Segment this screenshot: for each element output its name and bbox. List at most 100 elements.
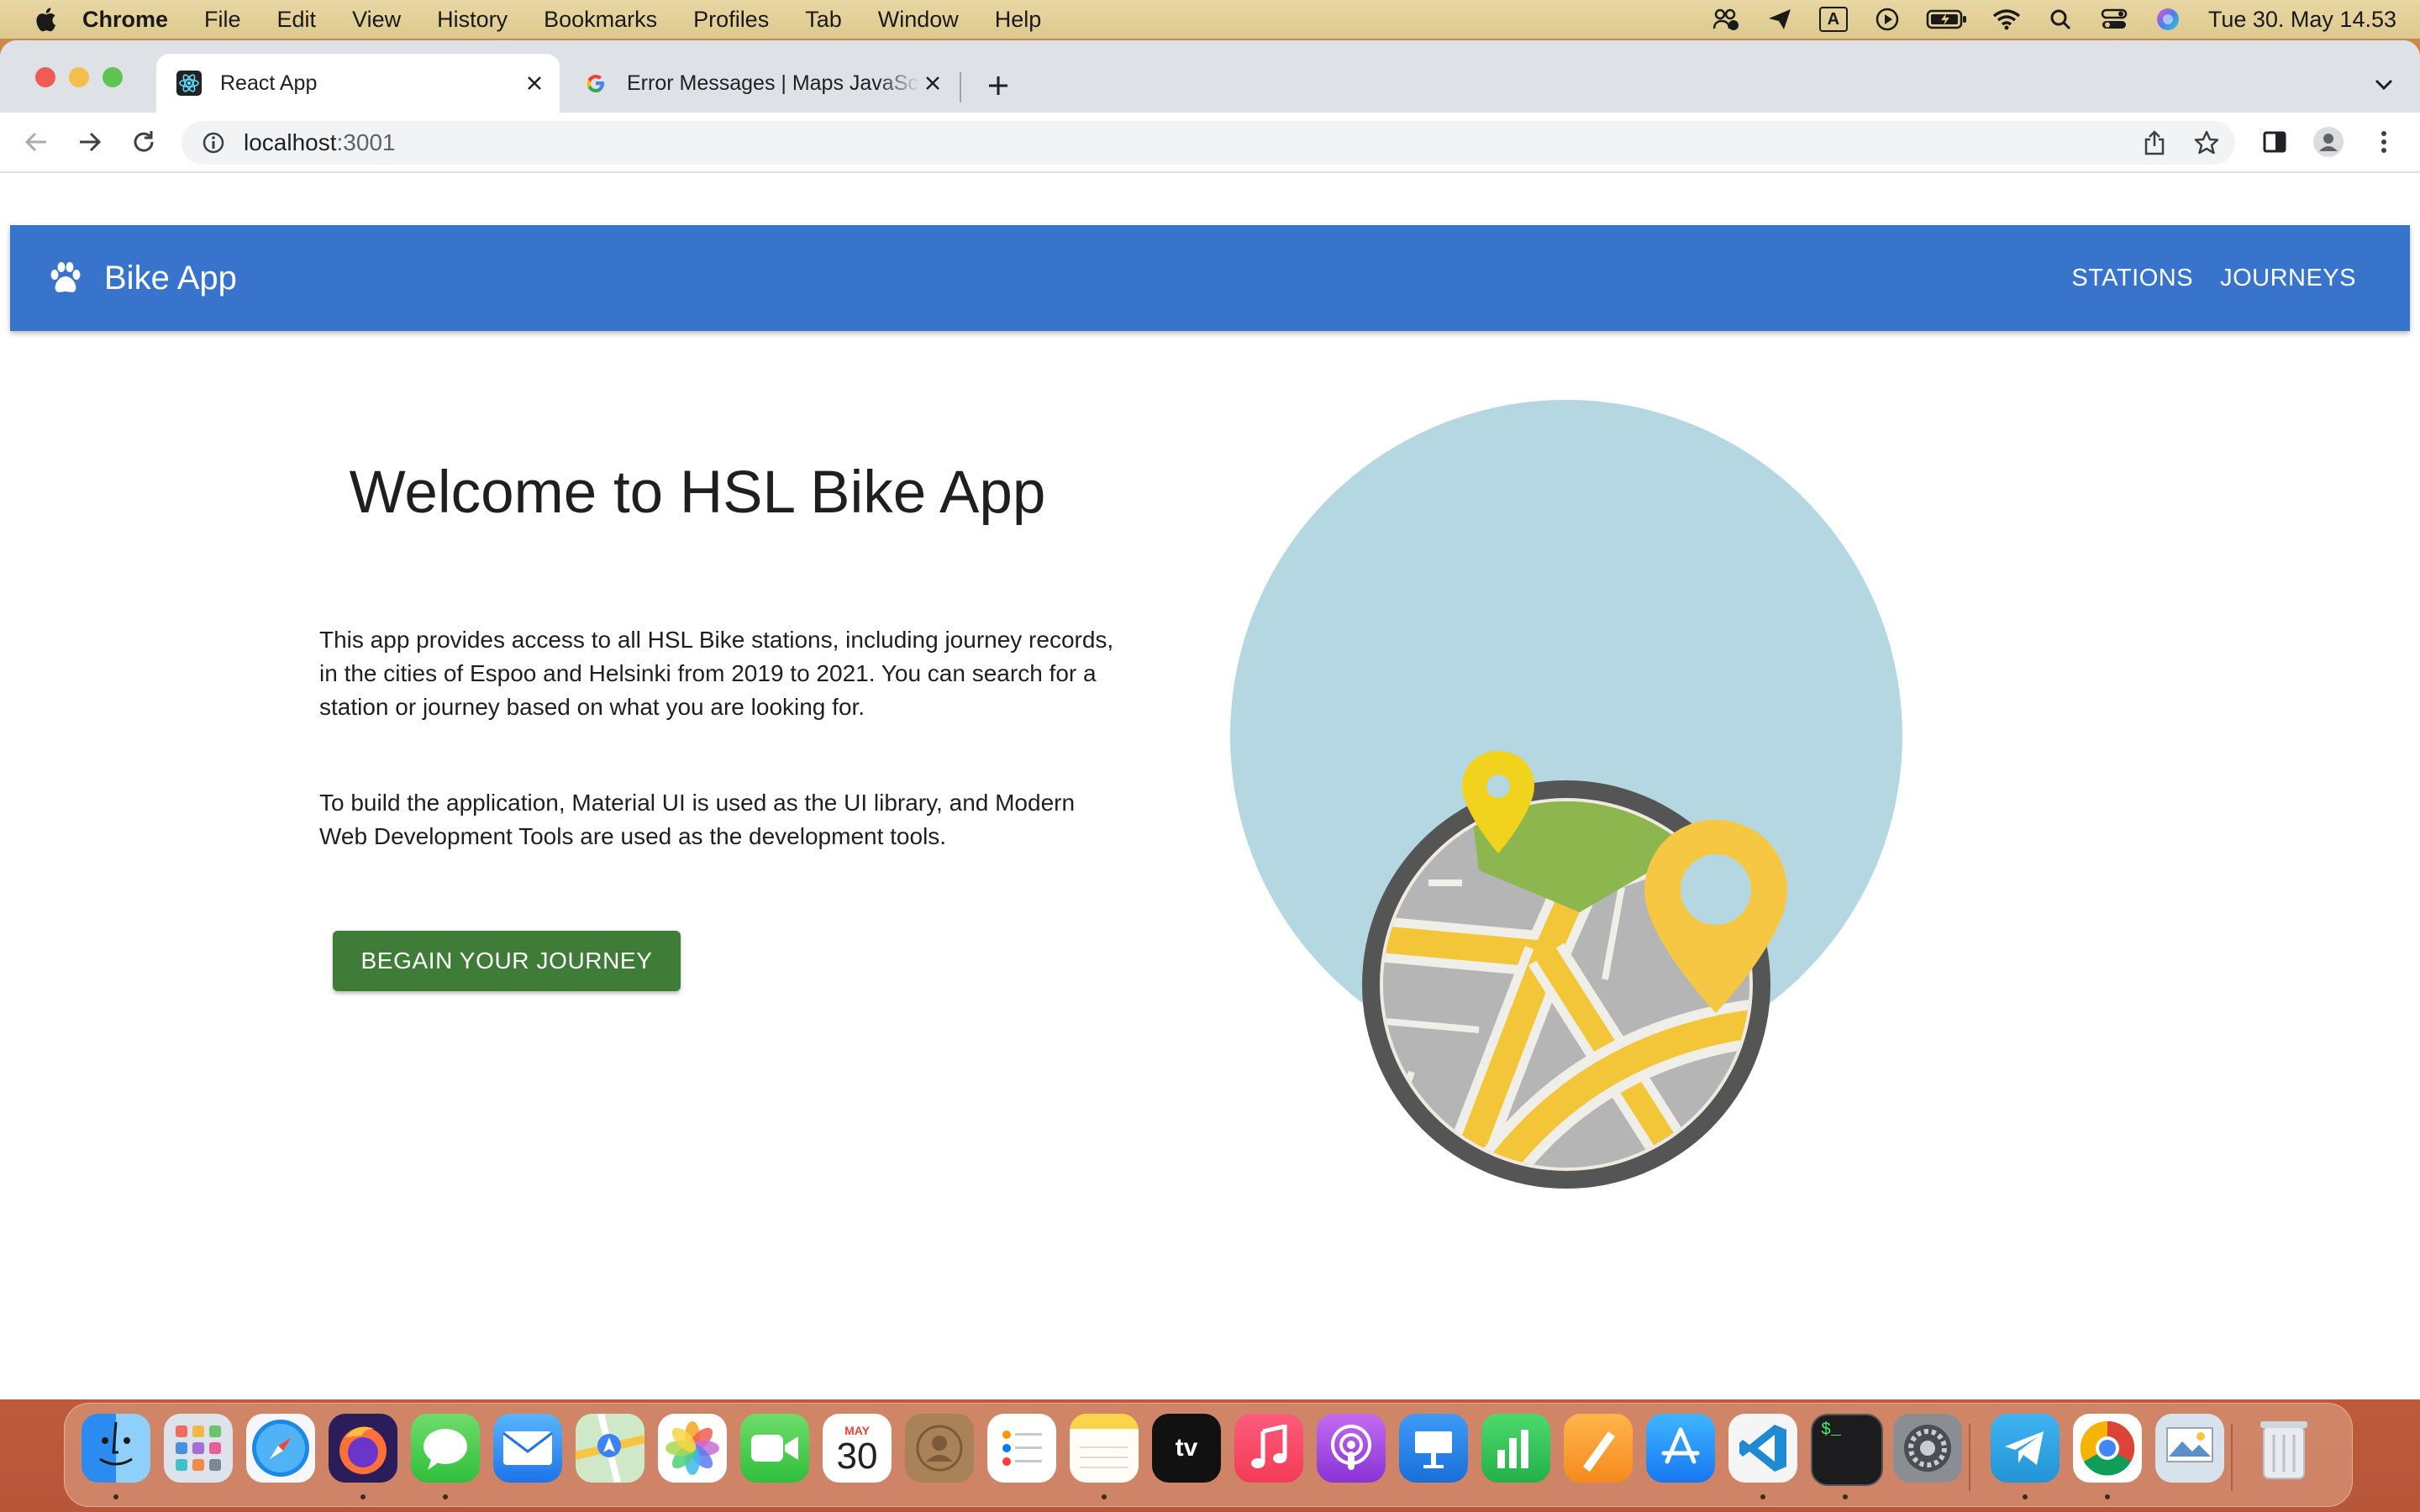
send-icon[interactable]: [1765, 7, 1795, 32]
menu-bookmarks[interactable]: Bookmarks: [544, 7, 657, 33]
dock-notes-icon[interactable]: [1070, 1414, 1139, 1483]
browser-toolbar: localhost:3001: [0, 113, 2420, 173]
dock-mail-icon[interactable]: [493, 1414, 562, 1483]
dock-vscode-icon[interactable]: [1728, 1414, 1797, 1483]
app-brand[interactable]: Bike App: [104, 260, 237, 297]
tab-divider: [960, 72, 961, 102]
input-source-icon[interactable]: A: [1818, 7, 1849, 32]
dock-separator: [2231, 1424, 2233, 1491]
menu-app-name[interactable]: Chrome: [82, 7, 168, 33]
macos-menubar: Chrome File Edit View History Bookmarks …: [0, 0, 2420, 39]
menu-help[interactable]: Help: [995, 7, 1042, 33]
running-indicator: [360, 1494, 366, 1499]
google-icon: [583, 71, 608, 96]
menu-history[interactable]: History: [437, 7, 508, 33]
menu-window[interactable]: Window: [878, 7, 959, 33]
dock-music-icon[interactable]: [1234, 1414, 1303, 1483]
nav-stations-button[interactable]: STATIONS: [2071, 258, 2193, 299]
dock-terminal-icon[interactable]: $_: [1811, 1414, 1883, 1486]
dock-reminders-icon[interactable]: [987, 1414, 1056, 1483]
address-bar[interactable]: localhost:3001: [182, 121, 2235, 165]
control-center-icon[interactable]: [2099, 7, 2129, 32]
battery-icon[interactable]: [1926, 7, 1968, 32]
menu-tab[interactable]: Tab: [805, 7, 842, 33]
share-icon[interactable]: [2138, 126, 2171, 160]
menubar-clock[interactable]: Tue 30. May 14.53: [2208, 7, 2396, 33]
forward-arrow-icon[interactable]: [72, 124, 108, 160]
running-indicator: [1760, 1494, 1765, 1499]
nav-journeys-button[interactable]: JOURNEYS: [2220, 258, 2356, 299]
site-info-icon[interactable]: [200, 129, 227, 156]
window-minimize-button[interactable]: [69, 67, 89, 87]
apple-logo-icon[interactable]: [32, 5, 57, 34]
running-indicator: [1102, 1494, 1107, 1499]
reload-icon[interactable]: [126, 124, 161, 160]
running-indicator: [2023, 1494, 2028, 1499]
begin-journey-button[interactable]: BEGAIN YOUR JOURNEY: [333, 931, 681, 991]
menu-file[interactable]: File: [204, 7, 241, 33]
dock-finder-icon[interactable]: [82, 1414, 150, 1483]
page-viewport: Bike App STATIONS JOURNEYS Welcome to HS…: [0, 173, 2420, 1399]
terminal-prompt: $_: [1821, 1420, 1842, 1440]
bookmark-star-icon[interactable]: [2190, 126, 2223, 160]
close-tab-icon[interactable]: [921, 71, 944, 95]
tab-strip: React App Error Messages | Maps JavaScri…: [0, 40, 2420, 113]
meeting-icon[interactable]: [1711, 7, 1741, 32]
apple-tv-label: tv: [1175, 1434, 1198, 1462]
dock-chrome-icon[interactable]: [2073, 1414, 2142, 1483]
kebab-menu-icon[interactable]: [2366, 124, 2402, 160]
dock-maps-icon[interactable]: [576, 1414, 644, 1483]
dock-pages-icon[interactable]: [1564, 1414, 1633, 1483]
map-illustration: [1230, 400, 1902, 1189]
dock-trash-icon[interactable]: [2249, 1414, 2318, 1483]
wifi-icon[interactable]: [1991, 7, 2022, 32]
menu-edit[interactable]: Edit: [277, 7, 317, 33]
app-bar: Bike App STATIONS JOURNEYS: [10, 225, 2410, 331]
dock-photos-icon[interactable]: [658, 1414, 727, 1483]
menu-profiles[interactable]: Profiles: [693, 7, 769, 33]
dock-podcasts-icon[interactable]: [1317, 1414, 1386, 1483]
search-icon[interactable]: [2045, 7, 2075, 32]
dock-tv-icon[interactable]: tv: [1152, 1414, 1221, 1483]
dock-safari-icon[interactable]: [246, 1414, 315, 1483]
side-panel-icon[interactable]: [2257, 124, 2292, 160]
address-url[interactable]: localhost:3001: [244, 129, 396, 156]
dock-numbers-icon[interactable]: [1481, 1414, 1550, 1483]
dock-firefox-icon[interactable]: [329, 1414, 397, 1483]
close-tab-icon[interactable]: [523, 71, 546, 95]
dock-system-preferences-icon[interactable]: [1893, 1414, 1962, 1483]
url-port: :3001: [336, 129, 396, 155]
dock-app-store-icon[interactable]: [1646, 1414, 1715, 1483]
window-zoom-button[interactable]: [103, 67, 123, 87]
dock-launchpad-icon[interactable]: [164, 1414, 233, 1483]
dock-calendar-icon[interactable]: MAY 30: [823, 1414, 892, 1483]
tab-error-messages[interactable]: Error Messages | Maps JavaScript API: [563, 54, 958, 113]
paw-icon[interactable]: [47, 260, 84, 297]
tab-react-app[interactable]: React App: [156, 54, 560, 113]
new-tab-icon[interactable]: [981, 69, 1015, 102]
window-close-button[interactable]: [35, 67, 55, 87]
dock-contacts-icon[interactable]: [905, 1414, 974, 1483]
tab-title: Error Messages | Maps JavaScript API: [627, 71, 921, 95]
url-host: localhost: [244, 129, 337, 155]
running-indicator: [443, 1494, 448, 1499]
react-icon: [176, 71, 202, 96]
dock-keynote-icon[interactable]: [1399, 1414, 1468, 1483]
profile-avatar-icon[interactable]: [2311, 124, 2346, 160]
app-nav: STATIONS JOURNEYS: [2044, 225, 2356, 331]
running-indicator: [2105, 1494, 2110, 1499]
input-source-label: A: [1818, 7, 1848, 32]
menu-view[interactable]: View: [352, 7, 401, 33]
dock-messages-icon[interactable]: [411, 1414, 480, 1483]
intro-paragraph: This app provides access to all HSL Bike…: [319, 627, 1114, 720]
dock-separator: [1969, 1424, 1970, 1491]
siri-icon[interactable]: [2153, 7, 2183, 32]
dock-facetime-icon[interactable]: [740, 1414, 809, 1483]
dock-telegram-icon[interactable]: [1991, 1414, 2060, 1483]
play-icon[interactable]: [1872, 7, 1902, 32]
chevron-down-icon[interactable]: [2370, 71, 2398, 99]
macos-dock: MAY 30 tv $_: [64, 1403, 2353, 1507]
page-title: Welcome to HSL Bike App: [349, 459, 1046, 526]
dock-preview-icon[interactable]: [2155, 1414, 2224, 1483]
back-arrow-icon[interactable]: [18, 124, 54, 160]
